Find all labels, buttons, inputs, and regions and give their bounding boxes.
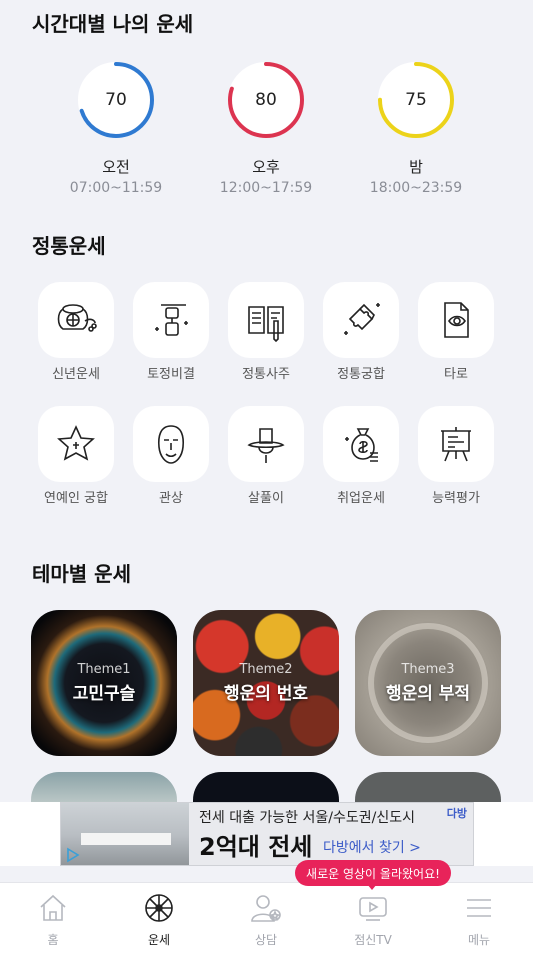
- wheel-icon: [145, 894, 173, 922]
- gauge-time-afternoon: 12:00~17:59: [219, 180, 313, 196]
- home-icon: [40, 894, 66, 921]
- gauge-morning[interactable]: 70: [74, 58, 158, 142]
- theme-sub: Theme3: [401, 662, 455, 677]
- tile-label: 관상: [159, 491, 183, 506]
- tile-label: 살풀이: [248, 491, 284, 506]
- gat-hat-icon: [247, 428, 285, 463]
- tile-celebrity-match[interactable]: [38, 406, 114, 482]
- gauge-label-morning: 오전: [102, 158, 130, 176]
- theme-sub: Theme2: [239, 662, 293, 677]
- gauge-label-afternoon: 오후: [252, 158, 280, 176]
- gauge-score: 75: [405, 90, 427, 110]
- ad-cta[interactable]: 다방에서 찾기 >: [323, 837, 421, 857]
- menu-icon: [467, 899, 491, 917]
- nav-label: 점신TV: [354, 933, 392, 947]
- tile-physiognomy[interactable]: [133, 406, 209, 482]
- gauge-score: 70: [105, 90, 127, 110]
- money-bag-icon: [345, 428, 378, 462]
- nav-home[interactable]: 홈: [8, 891, 98, 948]
- tile-label: 능력평가: [432, 491, 480, 506]
- face-mask-icon: [157, 425, 185, 464]
- tile-job-fortune[interactable]: [323, 406, 399, 482]
- gauge-time-night: 18:00~23:59: [369, 180, 463, 196]
- section-title-traditional: 정통운세: [32, 234, 106, 258]
- gauge-score: 80: [255, 90, 277, 110]
- notification-pointer: [367, 884, 377, 890]
- fortune-pot-icon: [57, 304, 97, 332]
- tile-label: 타로: [444, 367, 468, 382]
- ad-line1: 전세 대출 가능한 서울/수도권/신도시: [199, 810, 415, 826]
- tile-saju[interactable]: [228, 282, 304, 358]
- theme-sub: Theme1: [77, 662, 131, 677]
- ad-logo: 다방: [446, 807, 467, 820]
- tile-label: 토정비결: [147, 367, 195, 382]
- tile-ability-evaluation[interactable]: [418, 406, 494, 482]
- ad-line2: 2억대 전세: [199, 833, 313, 861]
- theme-title: 행운의 부적: [385, 684, 471, 704]
- nav-label: 메뉴: [467, 933, 491, 947]
- tile-salpuri[interactable]: [228, 406, 304, 482]
- theme-card-lucky-number[interactable]: Theme2 행운의 번호: [193, 610, 339, 756]
- tile-tarot[interactable]: [418, 282, 494, 358]
- gauge-label-night: 밤: [409, 158, 423, 176]
- nav-label: 운세: [147, 933, 171, 947]
- nav-label: 홈: [47, 933, 59, 947]
- theme-card-lucky-charm[interactable]: Theme3 행운의 부적: [355, 610, 501, 756]
- gauge-time-morning: 07:00~11:59: [69, 180, 163, 196]
- nav-counsel[interactable]: 상담: [221, 891, 311, 948]
- nav-jeomsin-tv[interactable]: 점신TV: [328, 891, 418, 948]
- tile-label: 연예인 궁합: [44, 491, 108, 506]
- tile-compatibility[interactable]: [323, 282, 399, 358]
- book-pen-icon: [248, 306, 284, 343]
- theme-title: 행운의 번호: [223, 684, 309, 704]
- theme-title: 고민구슬: [72, 684, 136, 704]
- counselor-icon: [251, 895, 281, 922]
- tile-label: 신년운세: [52, 367, 100, 382]
- nav-menu[interactable]: 메뉴: [434, 891, 524, 948]
- bottom-nav: 홈 운세 상담 점신TV 메뉴: [0, 882, 533, 960]
- hourglass-icon: [155, 304, 188, 336]
- presentation-board-icon: [441, 427, 471, 462]
- tile-tojeong[interactable]: [133, 282, 209, 358]
- theme-card-worry-bead[interactable]: Theme1 고민구슬: [31, 610, 177, 756]
- star-icon: [57, 425, 95, 461]
- tile-label: 취업운세: [337, 491, 385, 506]
- tile-label: 정통사주: [242, 367, 290, 382]
- gauge-afternoon[interactable]: 80: [224, 58, 308, 142]
- ad-choices-icon[interactable]: [65, 847, 81, 863]
- tarot-eye-icon: [444, 302, 469, 338]
- tile-label: 정통궁합: [337, 367, 385, 382]
- ad-banner[interactable]: 전세 대출 가능한 서울/수도권/신도시 2억대 전세 다방에서 찾기 > 다방: [60, 802, 474, 866]
- tile-new-year-fortune[interactable]: [38, 282, 114, 358]
- section-title-time-fortune: 시간대별 나의 운세: [32, 12, 194, 36]
- puzzle-icon: [344, 303, 380, 335]
- gauge-night[interactable]: 75: [374, 58, 458, 142]
- new-video-notification[interactable]: 새로운 영상이 올라왔어요!: [295, 860, 451, 886]
- nav-label: 상담: [254, 933, 278, 947]
- section-title-theme: 테마별 운세: [32, 562, 131, 586]
- nav-fortune[interactable]: 운세: [114, 891, 204, 948]
- tv-icon: [359, 897, 387, 921]
